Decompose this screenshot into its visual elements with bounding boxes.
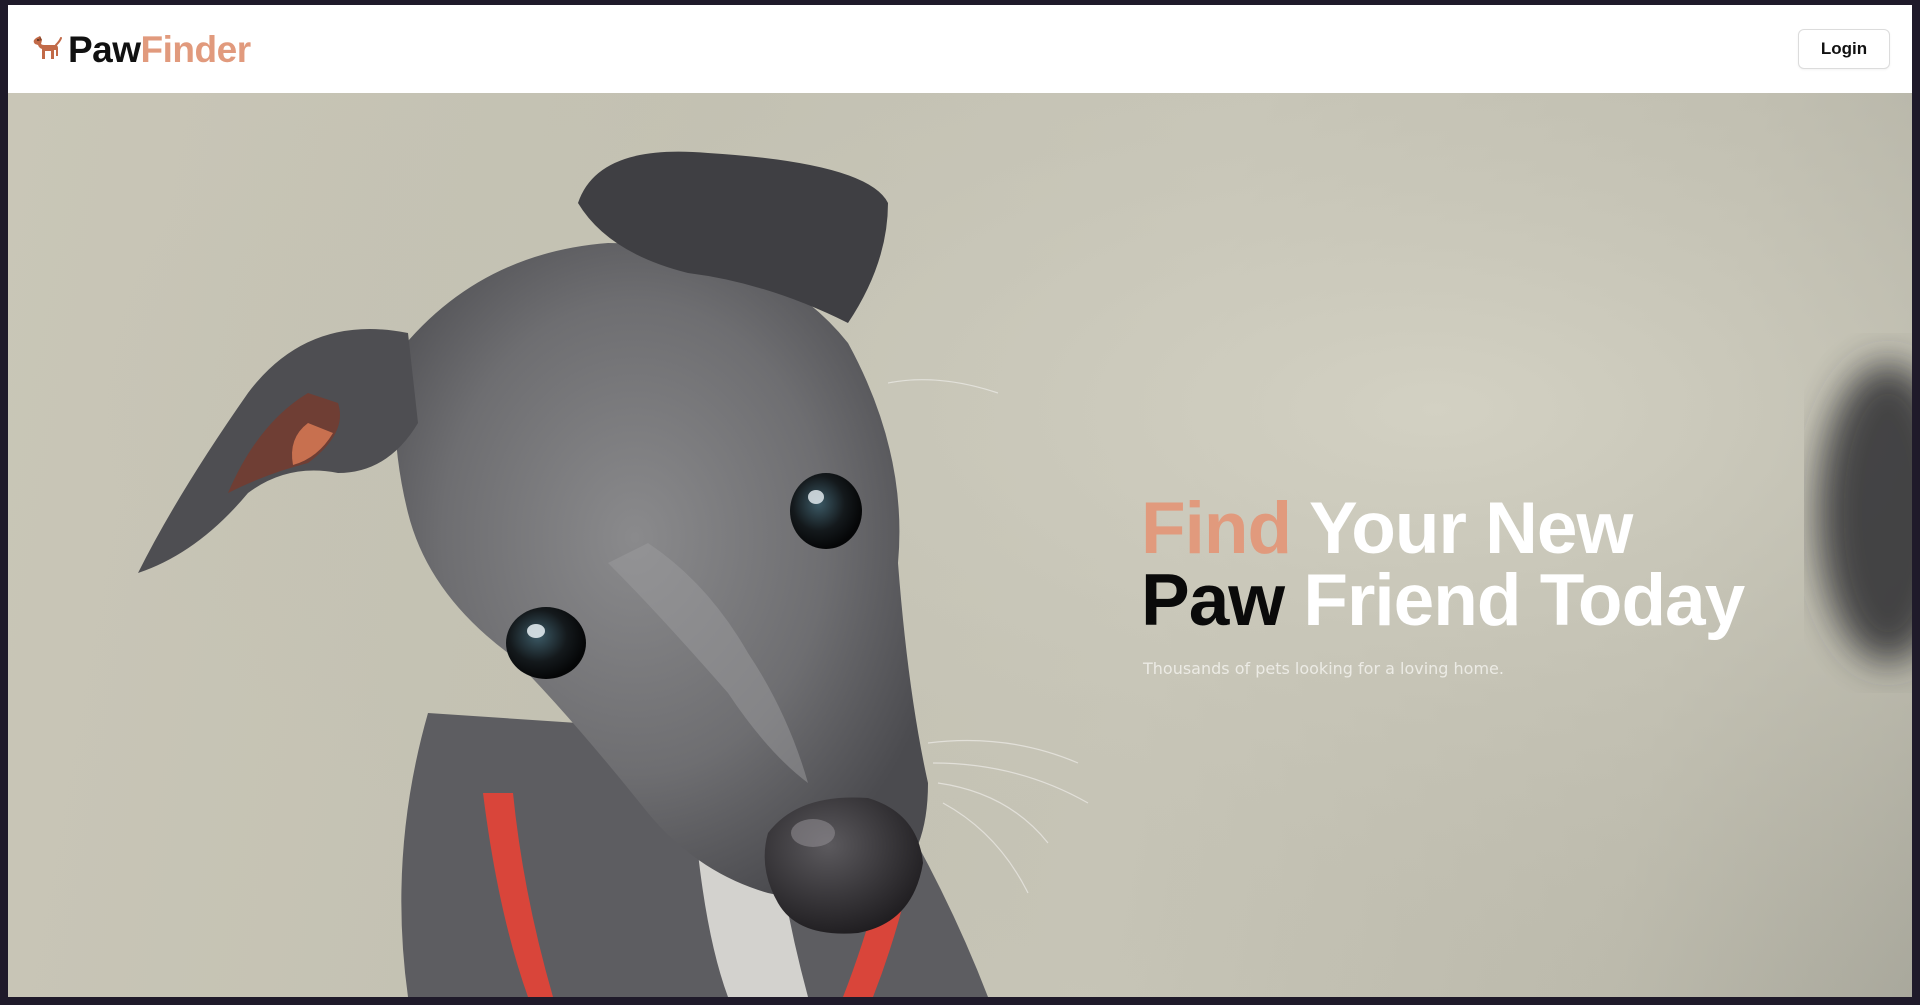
- hero-headline: Find Your New Paw Friend Today: [1141, 492, 1861, 637]
- dog-icon: [33, 36, 62, 59]
- brand-name-paw: Paw: [68, 28, 141, 70]
- brand-name: PawFinder: [68, 31, 251, 68]
- hero-section: Find Your New Paw Friend Today Thousands…: [8, 93, 1912, 997]
- hero-subtitle: Thousands of pets looking for a loving h…: [1143, 659, 1504, 678]
- headline-paw: Paw: [1141, 560, 1285, 641]
- brand-logo-link[interactable]: PawFinder: [30, 31, 251, 68]
- headline-find: Find: [1141, 488, 1292, 569]
- headline-friend-today: Friend Today: [1284, 560, 1745, 641]
- browser-viewport: PawFinder Login Find Your New Paw Friend…: [8, 5, 1912, 997]
- brand-name-finder: Finder: [140, 28, 252, 70]
- login-button[interactable]: Login: [1798, 29, 1890, 69]
- top-navbar: PawFinder Login: [8, 5, 1912, 93]
- hero-text-block: Find Your New Paw Friend Today Thousands…: [1141, 492, 1861, 678]
- headline-your-new: Your New: [1291, 488, 1633, 569]
